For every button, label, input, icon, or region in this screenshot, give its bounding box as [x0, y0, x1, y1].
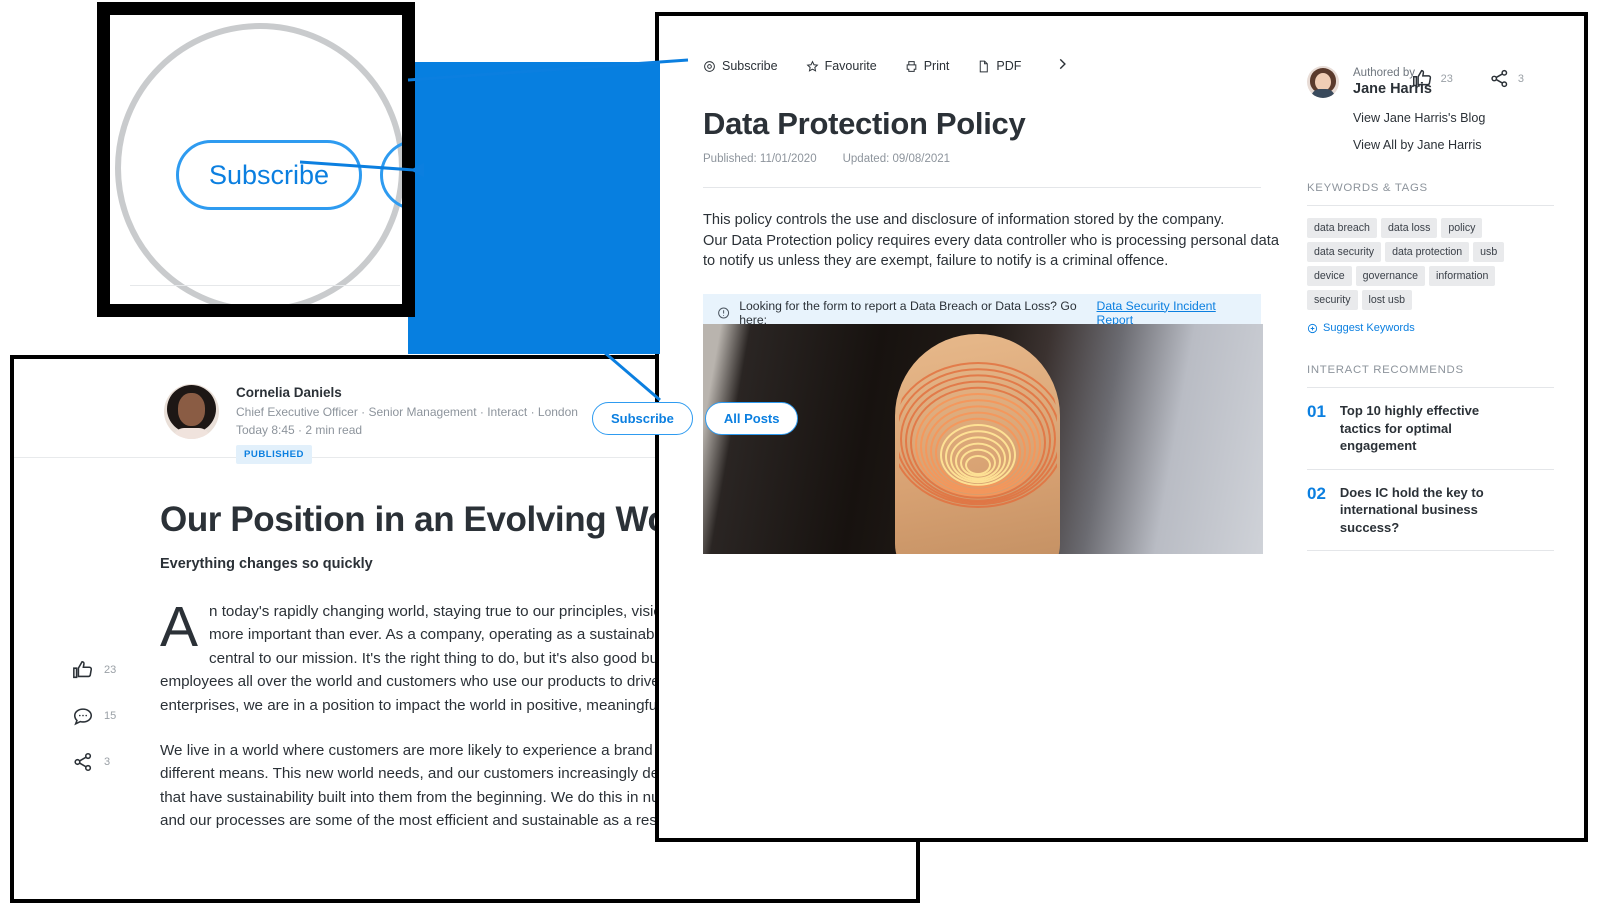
- tag-chip[interactable]: data breach: [1307, 218, 1377, 238]
- fingerprint-ridges: [899, 340, 1057, 554]
- star-icon: [806, 59, 819, 72]
- published-date: Published: 11/01/2020: [703, 153, 817, 165]
- author-time: Today 8:45 · 2 min read: [236, 423, 363, 437]
- policy-top-actions: 23 3: [1412, 68, 1524, 89]
- like-count: 23: [104, 664, 117, 676]
- comment-action[interactable]: 15: [72, 705, 116, 727]
- share-count: 3: [1517, 72, 1524, 85]
- recommends-heading: INTERACT RECOMMENDS: [1307, 364, 1464, 376]
- tag-chip[interactable]: governance: [1355, 266, 1425, 286]
- divider: [703, 187, 1261, 188]
- policy-dates: Published: 11/01/2020 Updated: 09/08/202…: [703, 153, 1279, 165]
- blog-action-rail: 23 15 3: [72, 659, 116, 773]
- avatar: [164, 384, 219, 439]
- pdf-button[interactable]: PDF: [977, 59, 1021, 73]
- tag-chip[interactable]: data protection: [1385, 242, 1470, 262]
- policy-title: Data Protection Policy: [703, 106, 1026, 141]
- drop-cap: A: [160, 595, 199, 659]
- subscribe-button[interactable]: Subscribe: [592, 402, 693, 435]
- policy-sidebar: Authored by Jane Harris View Jane Harris…: [1279, 16, 1584, 838]
- recommendation-title: Top 10 highly effective tactics for opti…: [1339, 403, 1480, 453]
- comment-count: 15: [104, 710, 117, 722]
- policy-body: This policy controls the use and disclos…: [703, 210, 1279, 272]
- tag-chip[interactable]: device: [1307, 266, 1352, 286]
- share-icon: [74, 752, 92, 772]
- policy-body-line-3: to notify us unless they are exempt, fai…: [703, 253, 1169, 269]
- magnifier-callout: Subscribe: [97, 2, 415, 317]
- like-action[interactable]: 23: [1412, 68, 1453, 89]
- toolbar-more-chevron-icon[interactable]: [1055, 57, 1069, 76]
- recommendation-number: 02: [1307, 483, 1326, 503]
- policy-body-line-1: This policy controls the use and disclos…: [703, 212, 1225, 228]
- document-icon: [980, 60, 989, 72]
- subscribe-label: Subscribe: [722, 59, 778, 73]
- incident-report-link[interactable]: Data Security Incident Report: [1097, 299, 1247, 327]
- author-meta: Cornelia Daniels Chief Executive Officer…: [236, 385, 578, 464]
- view-author-blog-link[interactable]: View Jane Harris's Blog: [1307, 111, 1554, 125]
- blog-subscribe-buttons: Subscribe All Posts: [592, 402, 799, 435]
- tag-list: data breach data loss policy data security d…: [1307, 218, 1539, 310]
- magnified-divider: [130, 285, 400, 286]
- all-posts-button[interactable]: All Posts: [704, 402, 799, 435]
- tag-chip[interactable]: security: [1307, 290, 1358, 310]
- blue-accent-block: [408, 62, 660, 354]
- favourite-label: Favourite: [824, 59, 877, 73]
- printer-icon: [906, 60, 917, 72]
- suggest-keywords-button[interactable]: Suggest Keywords: [1307, 322, 1554, 334]
- tag-chip[interactable]: information: [1429, 266, 1496, 286]
- keywords-heading: KEYWORDS & TAGS: [1307, 182, 1428, 194]
- like-count: 23: [1440, 72, 1453, 85]
- recommendation-item[interactable]: 01 Top 10 highly effective tactics for op…: [1307, 388, 1554, 470]
- policy-toolbar: Subscribe Favourite Print PDF: [703, 56, 1279, 76]
- author-name: Cornelia Daniels: [236, 385, 342, 400]
- like-action[interactable]: 23: [72, 659, 116, 681]
- tag-chip[interactable]: data loss: [1380, 218, 1438, 238]
- divider: [1307, 205, 1554, 206]
- share-action[interactable]: 3: [1489, 68, 1524, 89]
- print-button[interactable]: Print: [905, 59, 950, 73]
- recommendation-number: 01: [1307, 402, 1326, 421]
- subscribe-button[interactable]: Subscribe: [703, 59, 778, 73]
- share-action[interactable]: 3: [72, 751, 116, 773]
- suggest-keywords-label: Suggest Keywords: [1323, 322, 1415, 334]
- share-icon: [1491, 69, 1508, 88]
- tag-chip[interactable]: policy: [1441, 218, 1483, 238]
- pdf-label: PDF: [996, 59, 1022, 73]
- magnified-subscribe-button[interactable]: Subscribe: [176, 140, 362, 210]
- policy-hero-image: [703, 324, 1263, 554]
- tag-chip[interactable]: usb: [1473, 242, 1505, 262]
- notice-text: Looking for the form to report a Data Br…: [739, 298, 1077, 327]
- view-all-by-author-link[interactable]: View All by Jane Harris: [1307, 138, 1554, 152]
- composition-stage: Cornelia Daniels Chief Executive Officer…: [0, 0, 1600, 905]
- tag-chip[interactable]: data security: [1307, 242, 1382, 262]
- thumbs-up-icon: [73, 660, 93, 679]
- share-count: 3: [104, 756, 111, 768]
- avatar: [1307, 66, 1339, 98]
- status-badge: PUBLISHED: [236, 445, 312, 464]
- plus-circle-icon: [1307, 323, 1318, 333]
- print-label: Print: [923, 59, 950, 73]
- thumbs-up-icon: [1412, 69, 1431, 87]
- recommendation-title: Does IC hold the key to international bu…: [1339, 484, 1484, 535]
- policy-body-line-2: Our Data Protection policy requires ever…: [703, 232, 1279, 249]
- comment-icon: [73, 708, 93, 726]
- favourite-button[interactable]: Favourite: [806, 59, 877, 73]
- author-role: Chief Executive Officer · Senior Managem…: [236, 405, 578, 419]
- tag-chip[interactable]: lost usb: [1361, 290, 1413, 310]
- recommendation-list: 01 Top 10 highly effective tactics for op…: [1307, 388, 1554, 551]
- eye-target-icon: [704, 60, 715, 72]
- info-circle-icon: [718, 307, 730, 318]
- updated-date: Updated: 09/08/2021: [842, 153, 951, 165]
- recommendation-item[interactable]: 02 Does IC hold the key to international …: [1307, 470, 1554, 551]
